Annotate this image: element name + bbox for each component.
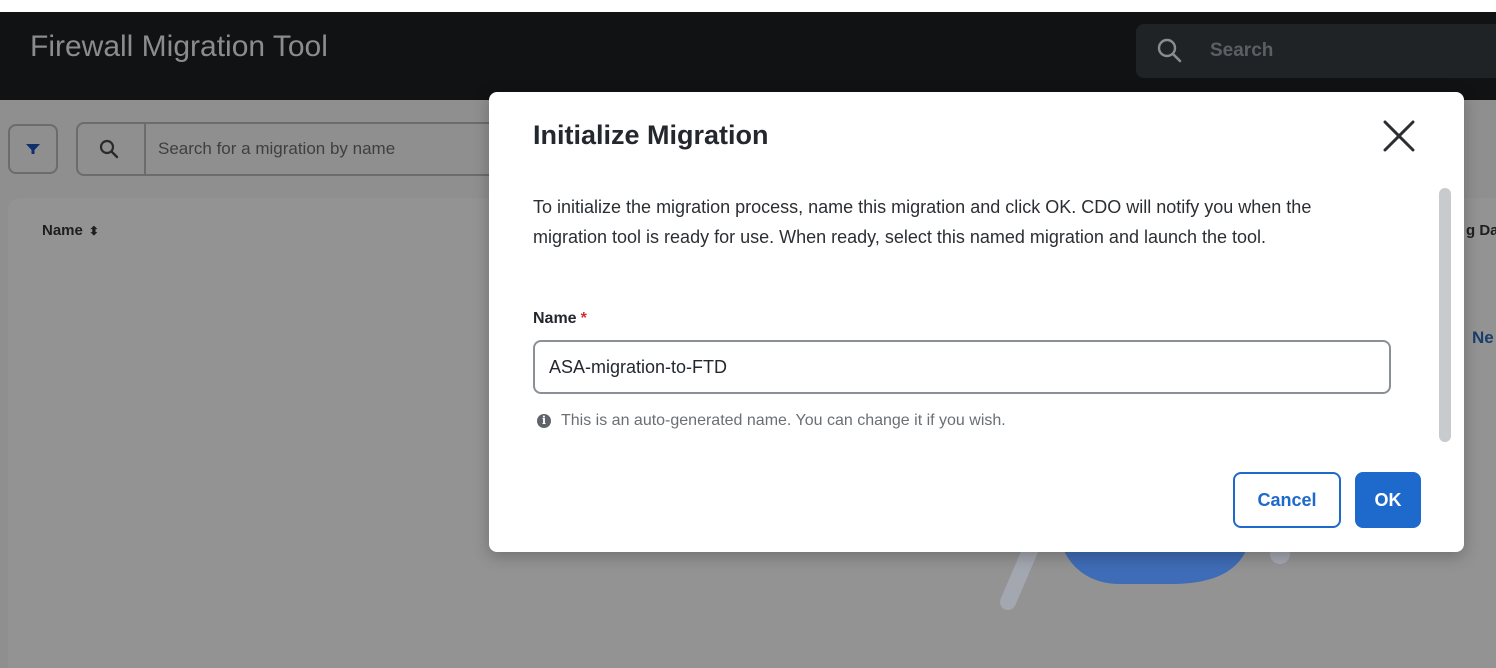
migration-search-icon-cell <box>78 124 146 174</box>
migration-search[interactable] <box>76 122 516 176</box>
search-icon <box>1156 37 1182 63</box>
global-search-input[interactable] <box>1210 38 1470 64</box>
migration-name-input[interactable] <box>533 340 1391 394</box>
name-label-text: Name <box>533 310 577 327</box>
dialog-scrollbar[interactable] <box>1439 188 1451 442</box>
name-field-label: Name * <box>533 310 587 328</box>
close-button[interactable] <box>1379 116 1419 156</box>
empty-state-illustration <box>1000 540 1290 610</box>
required-marker: * <box>580 310 587 327</box>
migration-search-input[interactable] <box>158 138 514 160</box>
top-edge <box>0 0 1496 12</box>
initialize-migration-dialog: Initialize Migration To initialize the m… <box>489 92 1464 552</box>
filter-icon <box>26 144 40 154</box>
info-icon: i <box>537 414 551 428</box>
column-header-name-label: Name <box>42 222 83 239</box>
app-title: Firewall Migration Tool <box>30 30 328 63</box>
new-link[interactable]: Ne <box>1472 328 1494 348</box>
cancel-button[interactable]: Cancel <box>1233 472 1341 528</box>
column-header-name[interactable]: Name ⬍ <box>42 222 99 239</box>
top-bar: Firewall Migration Tool <box>0 0 1496 100</box>
column-header-date[interactable]: g Da <box>1466 222 1496 239</box>
sort-icon: ⬍ <box>88 224 99 238</box>
name-hint: i This is an auto-generated name. You can… <box>537 412 1006 430</box>
dialog-title: Initialize Migration <box>533 120 769 150</box>
close-icon <box>1383 120 1415 152</box>
ok-button[interactable]: OK <box>1355 472 1421 528</box>
name-hint-text: This is an auto-generated name. You can … <box>561 412 1006 429</box>
dialog-description: To initialize the migration process, nam… <box>533 197 1312 247</box>
search-icon <box>99 139 119 159</box>
global-search[interactable] <box>1136 24 1496 78</box>
filter-button[interactable] <box>8 124 58 174</box>
